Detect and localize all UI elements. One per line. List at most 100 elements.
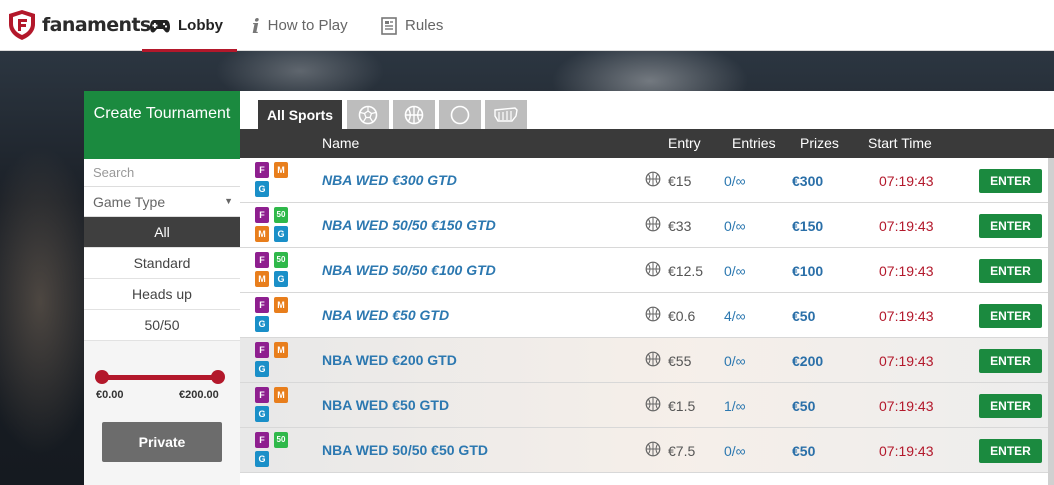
table-row[interactable]: F M G NBA WED €50 GTD €1.5 1/∞ €50 07:19:43 ENTE… [240, 383, 1048, 428]
badge-f: F [255, 432, 269, 448]
entries-count: 0/∞ [724, 218, 746, 234]
tab-tennis[interactable] [439, 100, 481, 129]
nav-rules-label: Rules [405, 17, 444, 34]
header-entries[interactable]: Entries [732, 129, 776, 158]
entries-count: 0/∞ [724, 173, 746, 189]
badge-g: G [255, 451, 269, 467]
enter-button[interactable]: ENTER [979, 304, 1042, 328]
game-type-label: Game Type [93, 194, 166, 210]
prize-pool: €300 [792, 173, 824, 189]
header-entry[interactable]: Entry [668, 129, 701, 158]
filter-standard[interactable]: Standard [84, 248, 240, 279]
table-row[interactable]: F 50 M G NBA WED 50/50 €150 GTD €33 0/∞ €150 07:… [240, 203, 1048, 248]
basketball-icon [645, 351, 661, 372]
nav-rules[interactable]: Rules [381, 0, 443, 51]
info-icon: i [252, 13, 260, 38]
entry-fee: €55 [668, 353, 692, 369]
table-row[interactable]: F M G NBA WED €200 GTD €55 0/∞ €200 07:19:43 ENT… [240, 338, 1048, 383]
prize-pool: €150 [792, 218, 824, 234]
start-time: 07:19:43 [879, 398, 934, 414]
tab-all-sports[interactable]: All Sports [258, 100, 342, 129]
badge-g: G [255, 361, 269, 377]
prize-pool: €200 [792, 353, 824, 369]
header-start-time[interactable]: Start Time [868, 129, 932, 158]
badge-m: M [255, 271, 269, 287]
game-type-select[interactable]: Game Type ▼ [84, 187, 240, 217]
price-max-handle[interactable] [211, 370, 225, 384]
fanaments-shield-icon [9, 10, 35, 40]
badge-f: F [255, 342, 269, 358]
scrollbar[interactable] [1048, 158, 1054, 485]
badge-g: G [255, 181, 269, 197]
start-time: 07:19:43 [879, 353, 934, 369]
nav-how-to-play-label: How to Play [267, 17, 348, 34]
price-min-handle[interactable] [95, 370, 109, 384]
start-time: 07:19:43 [879, 443, 934, 459]
badge-m: M [274, 162, 288, 178]
basketball-icon [645, 171, 661, 192]
rules-document-icon [381, 16, 397, 35]
tournament-name-link[interactable]: NBA WED €50 GTD [322, 307, 449, 323]
table-row[interactable]: F 50 G NBA WED 50/50 €50 GTD €7.5 0/∞ €50 07:19… [240, 428, 1048, 473]
entries-count: 1/∞ [724, 398, 746, 414]
tournament-name-link[interactable]: NBA WED €50 GTD [322, 397, 449, 413]
entries-count: 0/∞ [724, 263, 746, 279]
entry-fee: €0.6 [668, 308, 696, 324]
enter-button[interactable]: ENTER [979, 439, 1042, 463]
badge-f: F [255, 387, 269, 403]
tournament-name-link[interactable]: NBA WED 50/50 €50 GTD [322, 442, 488, 458]
filter-heads-up[interactable]: Heads up [84, 279, 240, 310]
tab-basketball[interactable] [393, 100, 435, 129]
filter-all[interactable]: All [84, 217, 240, 248]
prize-pool: €100 [792, 263, 824, 279]
badge-f: F [255, 162, 269, 178]
tab-soccer[interactable] [347, 100, 389, 129]
tournament-name-link[interactable]: NBA WED €200 GTD [322, 352, 457, 368]
gamepad-icon [150, 19, 170, 32]
soccer-ball-icon [358, 105, 378, 124]
private-button[interactable]: Private [102, 422, 222, 462]
search-input[interactable] [84, 159, 240, 187]
tab-cricket[interactable] [485, 100, 527, 129]
cricket-icon [494, 106, 518, 122]
entries-count: 0/∞ [724, 443, 746, 459]
tournament-name-link[interactable]: NBA WED 50/50 €150 GTD [322, 217, 496, 233]
basketball-icon [645, 396, 661, 417]
badge-m: M [274, 297, 288, 313]
table-row[interactable]: F M G NBA WED €300 GTD €15 0/∞ €300 07:19:43 ENT… [240, 158, 1048, 203]
basketball-icon [645, 261, 661, 282]
tournament-name-link[interactable]: NBA WED 50/50 €100 GTD [322, 262, 496, 278]
tournament-name-link[interactable]: NBA WED €300 GTD [322, 172, 457, 188]
brand-logo[interactable]: fanaments [7, 9, 151, 41]
badge-f: F [255, 252, 269, 268]
table-row[interactable]: F M G NBA WED €50 GTD €0.6 4/∞ €50 07:19:43 ENTE… [240, 293, 1048, 338]
entry-fee: €15 [668, 173, 692, 189]
nav-lobby[interactable]: Lobby [142, 0, 237, 52]
nav-how-to-play[interactable]: i How to Play [252, 0, 348, 51]
badge-fifty: 50 [274, 252, 288, 268]
enter-button[interactable]: ENTER [979, 214, 1042, 238]
enter-button[interactable]: ENTER [979, 394, 1042, 418]
enter-button[interactable]: ENTER [979, 349, 1042, 373]
entry-fee: €12.5 [668, 263, 704, 279]
entries-count: 0/∞ [724, 353, 746, 369]
header-name[interactable]: Name [322, 129, 359, 158]
price-max-label: €200.00 [179, 389, 219, 401]
tennis-ball-icon [450, 105, 470, 124]
basketball-icon [404, 105, 424, 124]
basketball-icon [645, 216, 661, 237]
nav-lobby-label: Lobby [178, 17, 223, 34]
enter-button[interactable]: ENTER [979, 169, 1042, 193]
top-navigation-bar: fanaments Lobby i How to Play Rules [0, 0, 1054, 52]
start-time: 07:19:43 [879, 218, 934, 234]
create-tournament-button[interactable]: Create Tournament [84, 91, 240, 159]
filter-50-50[interactable]: 50/50 [84, 310, 240, 341]
table-row[interactable]: F 50 M G NBA WED 50/50 €100 GTD €12.5 0/∞ €100 0… [240, 248, 1048, 293]
basketball-icon [645, 441, 661, 462]
filter-sidebar: Create Tournament Game Type ▼ All Standa… [84, 91, 240, 485]
enter-button[interactable]: ENTER [979, 259, 1042, 283]
badge-f: F [255, 207, 269, 223]
start-time: 07:19:43 [879, 263, 934, 279]
header-prizes[interactable]: Prizes [800, 129, 839, 158]
price-range-track[interactable] [102, 375, 218, 380]
